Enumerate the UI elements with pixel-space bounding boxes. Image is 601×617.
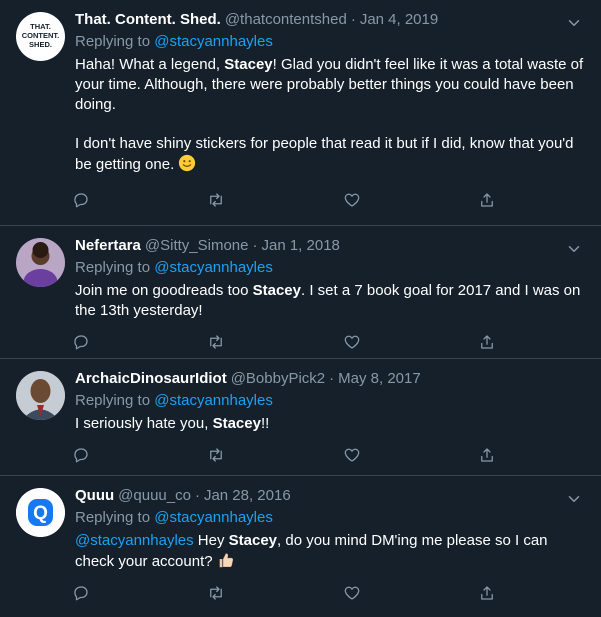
tweet-text-part: I don't have shiny stickers for people t… [75, 135, 574, 173]
replying-to-label: Replying to [75, 509, 151, 526]
replying-to-mention[interactable]: @stacyannhayles [154, 33, 273, 50]
highlighted-keyword: Stacey [224, 56, 273, 73]
replies-feed: THAT. CONTENT. SHED. That. Content. Shed… [0, 0, 601, 617]
timestamp[interactable]: May 8, 2017 [338, 369, 421, 389]
tweet-text: Join me on goodreads too Stacey. I set a… [75, 281, 585, 321]
timestamp[interactable]: Jan 1, 2018 [261, 236, 339, 256]
like-icon[interactable] [342, 190, 362, 210]
highlighted-keyword: Stacey [212, 415, 261, 432]
avatar[interactable]: Q [16, 488, 65, 537]
replying-to-label: Replying to [75, 259, 151, 276]
avatar[interactable] [16, 371, 65, 420]
highlighted-keyword: Stacey [252, 282, 301, 299]
reply-icon[interactable] [71, 190, 91, 210]
tweet-header: That. Content. Shed. @thatcontentshed · … [75, 10, 585, 30]
handle[interactable]: @Sitty_Simone [145, 236, 249, 256]
retweet-icon[interactable] [206, 445, 226, 465]
separator: · [329, 370, 335, 387]
retweet-icon[interactable] [206, 583, 226, 603]
replying-to-mention[interactable]: @stacyannhayles [154, 509, 273, 526]
tweet-actions [71, 181, 497, 219]
timestamp[interactable]: Jan 28, 2016 [204, 486, 291, 506]
tweet-actions [71, 436, 497, 474]
avatar[interactable]: THAT. CONTENT. SHED. [16, 12, 65, 61]
share-icon[interactable] [477, 445, 497, 465]
share-icon[interactable] [477, 190, 497, 210]
tweet-text: Haha! What a legend, Stacey! Glad you di… [75, 55, 585, 175]
tweet-text-part: Hey [193, 532, 229, 549]
chevron-down-icon[interactable] [565, 240, 583, 258]
retweet-icon[interactable] [206, 190, 226, 210]
display-name[interactable]: ArchaicDinosaurIdiot [75, 369, 227, 389]
slightly-smiling-face-icon [179, 154, 196, 172]
replying-to: Replying to @stacyannhayles [75, 31, 585, 53]
tweet[interactable]: THAT. CONTENT. SHED. That. Content. Shed… [0, 0, 601, 226]
chevron-down-icon[interactable] [565, 14, 583, 32]
tweet-header: Quuu @quuu_co · Jan 28, 2016 [75, 486, 585, 506]
like-icon[interactable] [342, 332, 362, 352]
display-name[interactable]: That. Content. Shed. [75, 10, 221, 30]
tweet[interactable]: Nefertara @Sitty_Simone · Jan 1, 2018 Re… [0, 226, 601, 359]
tweet-text-part: I seriously hate you, [75, 415, 213, 432]
like-icon[interactable] [342, 583, 362, 603]
reply-icon[interactable] [71, 583, 91, 603]
share-icon[interactable] [477, 583, 497, 603]
avatar-logo-text-1: THAT. [30, 22, 51, 31]
reply-icon[interactable] [71, 445, 91, 465]
avatar-logo-letter: Q [33, 503, 48, 524]
separator: · [252, 237, 258, 254]
replying-to: Replying to @stacyannhayles [75, 390, 585, 412]
tweet-actions [71, 574, 497, 612]
reply-icon[interactable] [71, 332, 91, 352]
chevron-down-icon[interactable] [565, 490, 583, 508]
replying-to: Replying to @stacyannhayles [75, 257, 585, 279]
tweet-text: I seriously hate you, Stacey!! [75, 414, 585, 434]
avatar-logo-text-2: CONTENT. [22, 31, 60, 40]
timestamp[interactable]: Jan 4, 2019 [360, 10, 438, 30]
tweet[interactable]: ArchaicDinosaurIdiot @BobbyPick2 · May 8… [0, 359, 601, 476]
separator: · [194, 487, 200, 504]
separator: · [350, 11, 356, 28]
avatar-logo-text-3: SHED. [29, 40, 52, 49]
tweet-header: Nefertara @Sitty_Simone · Jan 1, 2018 [75, 236, 585, 256]
thumbs-up-icon [219, 553, 233, 568]
handle[interactable]: @quuu_co [118, 486, 191, 506]
replying-to-mention[interactable]: @stacyannhayles [154, 259, 273, 276]
handle[interactable]: @BobbyPick2 [231, 369, 325, 389]
handle[interactable]: @thatcontentshed [225, 10, 347, 30]
mention-link[interactable]: @stacyannhayles [75, 532, 194, 549]
avatar[interactable] [16, 238, 65, 287]
retweet-icon[interactable] [206, 332, 226, 352]
tweet[interactable]: Q Quuu @quuu_co · Jan 28, 2016 Replying … [0, 476, 601, 617]
tweet-header: ArchaicDinosaurIdiot @BobbyPick2 · May 8… [75, 369, 585, 389]
highlighted-keyword: Stacey [228, 532, 278, 549]
replying-to-label: Replying to [75, 33, 151, 50]
tweet-text-part: Join me on goodreads too [75, 282, 253, 299]
replying-to-label: Replying to [75, 392, 151, 409]
replying-to: Replying to @stacyannhayles [75, 507, 585, 529]
tweet-text: @stacyannhayles Hey Stacey, do you mind … [75, 531, 585, 572]
tweet-text-part: Haha! What a legend, [75, 56, 225, 73]
share-icon[interactable] [477, 332, 497, 352]
display-name[interactable]: Nefertara [75, 236, 141, 256]
replying-to-mention[interactable]: @stacyannhayles [154, 392, 273, 409]
like-icon[interactable] [342, 445, 362, 465]
tweet-text-part: !! [260, 415, 270, 432]
tweet-actions [71, 323, 497, 361]
display-name[interactable]: Quuu [75, 486, 114, 506]
